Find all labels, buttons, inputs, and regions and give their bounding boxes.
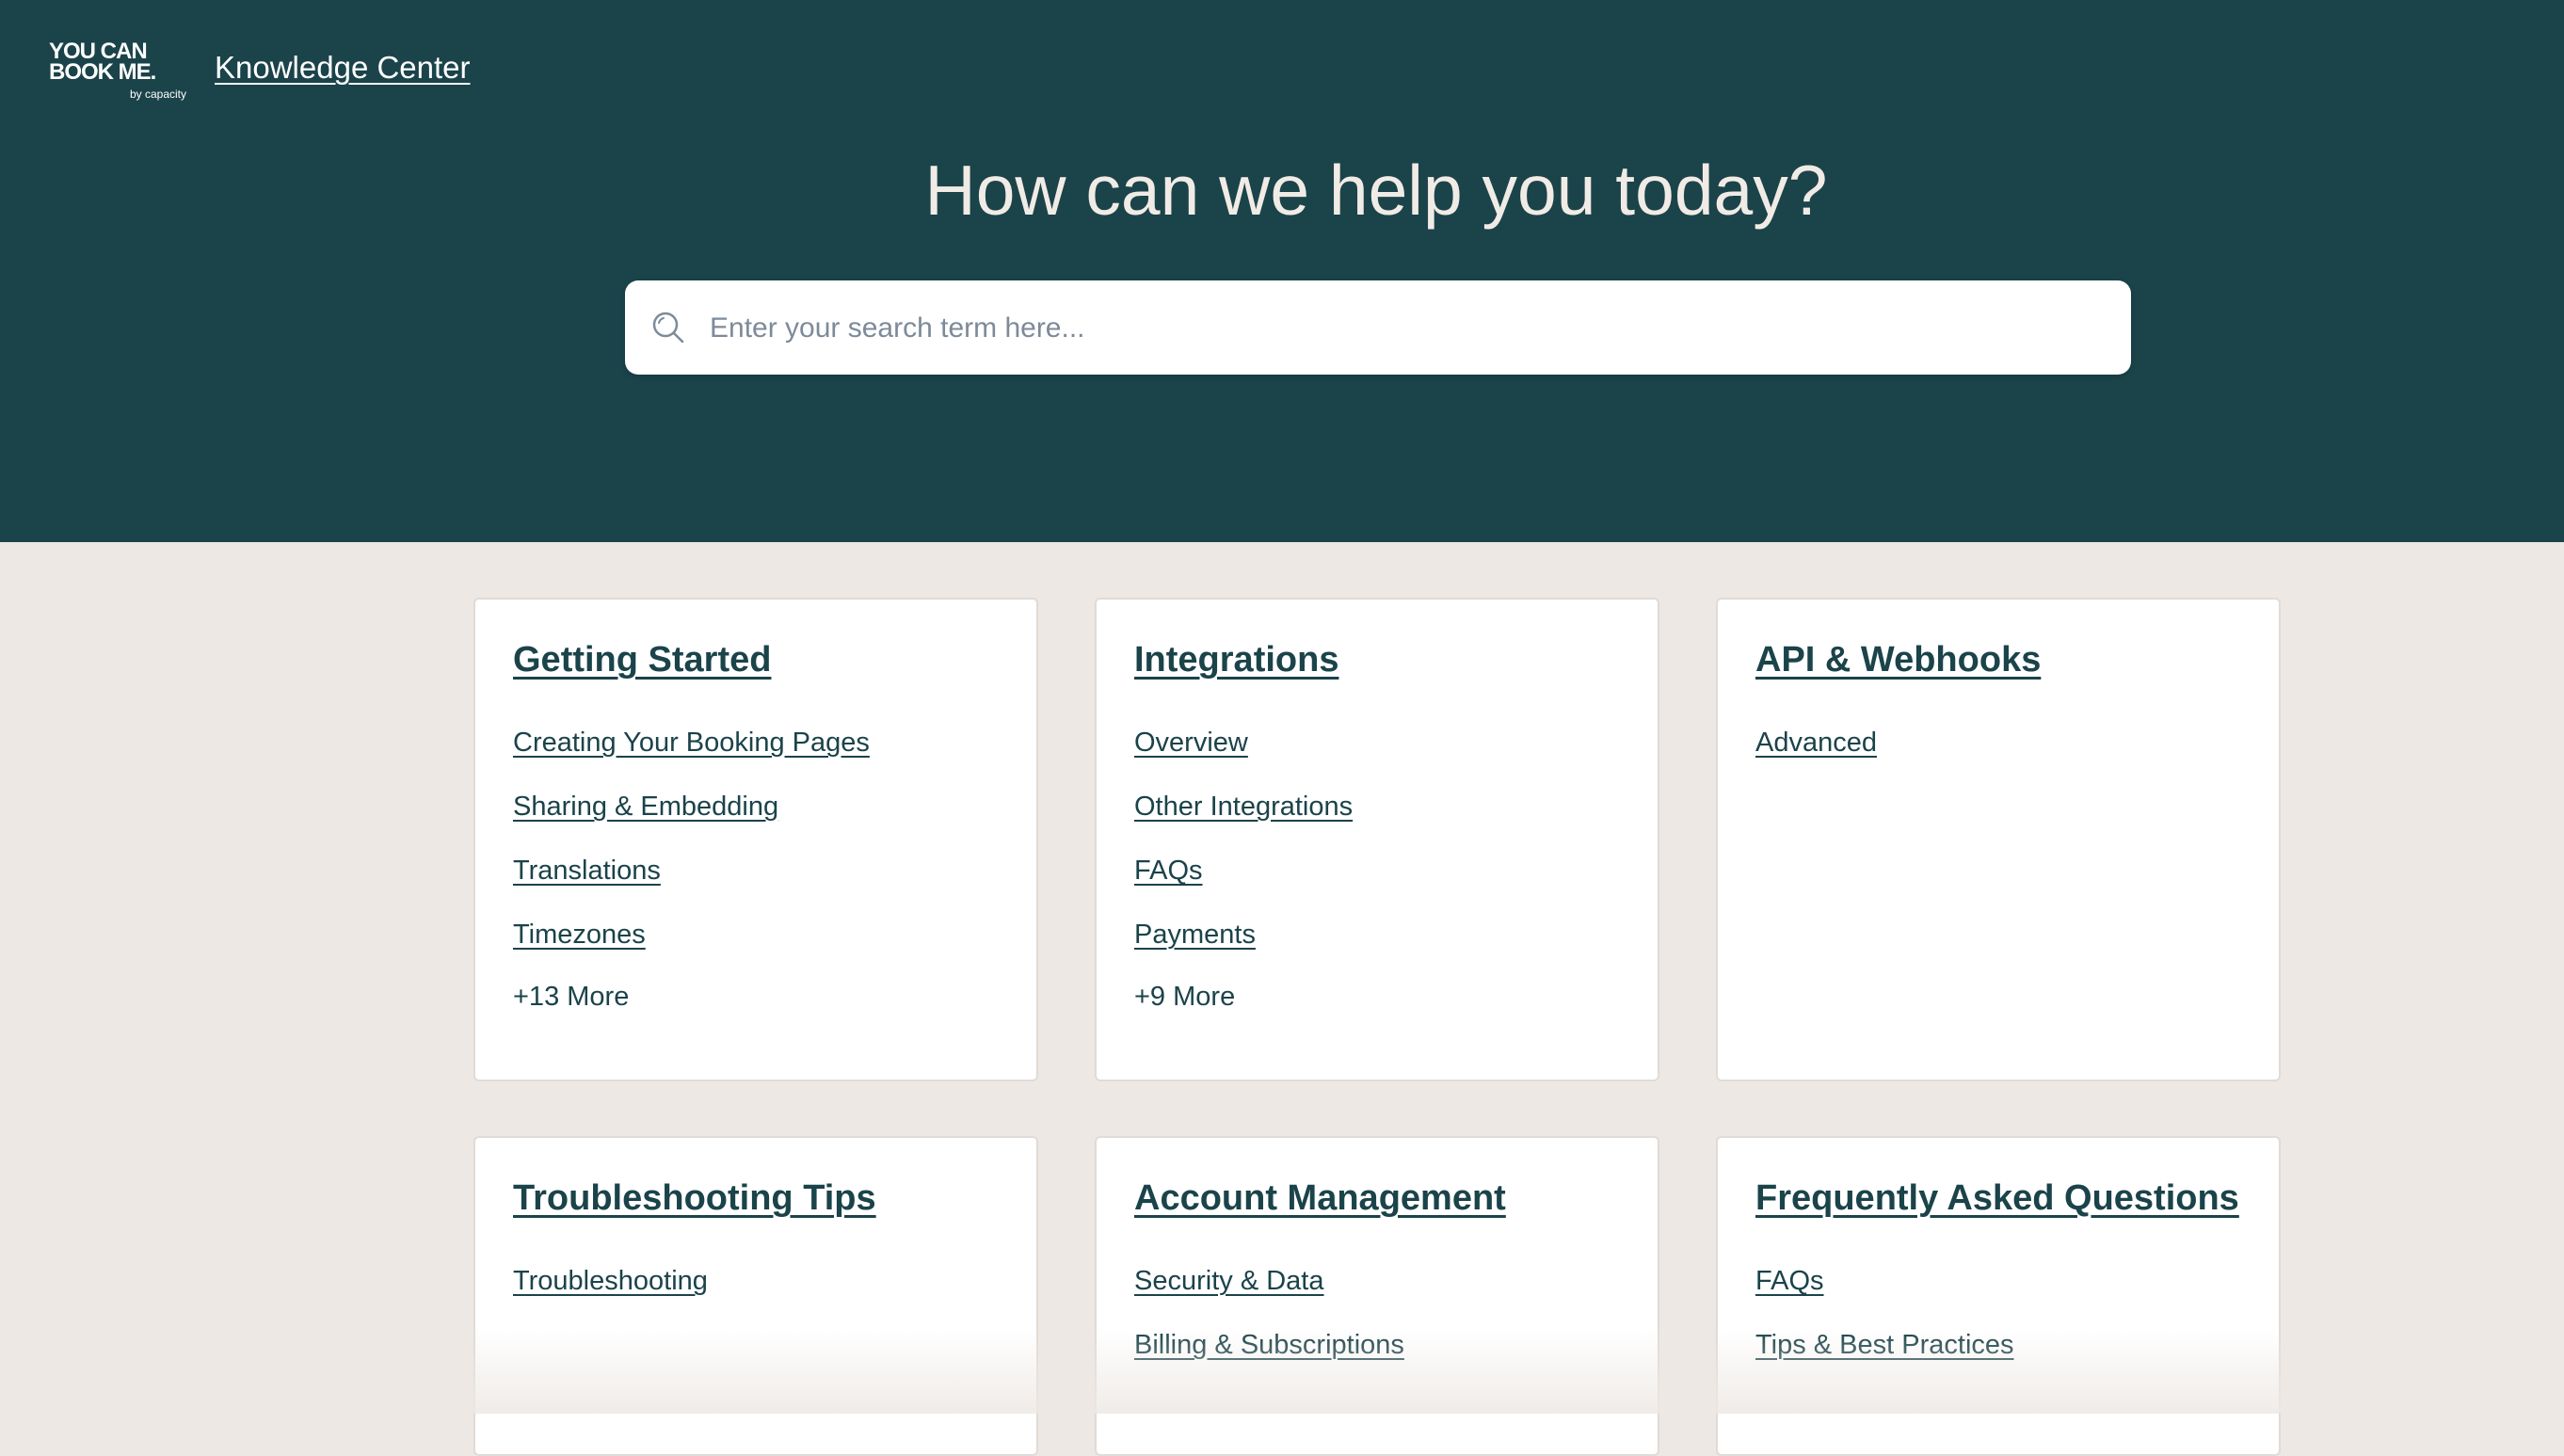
logo-line-2: BOOK ME. — [49, 59, 156, 85]
category-card-account-management: Account Management Security & Data Billi… — [1095, 1136, 1659, 1456]
article-link[interactable]: Overview — [1134, 728, 1248, 758]
category-link-list: Security & Data Billing & Subscriptions — [1134, 1264, 1404, 1392]
category-card-troubleshooting-tips: Troubleshooting Tips Troubleshooting — [473, 1136, 1038, 1456]
category-title-frequently-asked-questions[interactable]: Frequently Asked Questions — [1755, 1176, 2239, 1221]
article-link[interactable]: Billing & Subscriptions — [1134, 1330, 1404, 1360]
article-link[interactable]: Translations — [513, 856, 661, 886]
hero-title: How can we help you today? — [924, 151, 1828, 230]
article-link[interactable]: Other Integrations — [1134, 792, 1353, 822]
category-title-api-webhooks[interactable]: API & Webhooks — [1755, 637, 2041, 682]
article-link[interactable]: Payments — [1134, 920, 1256, 950]
youcanbookme-logo[interactable]: YOU CAN BOOK ME. by capacity — [49, 40, 188, 101]
knowledge-center-link[interactable]: Knowledge Center — [215, 49, 471, 87]
category-title-troubleshooting-tips[interactable]: Troubleshooting Tips — [513, 1176, 876, 1221]
category-link-list: FAQs Tips & Best Practices — [1755, 1264, 2014, 1392]
logo-subtitle: by capacity — [129, 88, 186, 101]
article-link[interactable]: Advanced — [1755, 728, 1877, 758]
category-card-getting-started: Getting Started Creating Your Booking Pa… — [473, 598, 1038, 1081]
search-box[interactable] — [625, 280, 2131, 375]
category-title-account-management[interactable]: Account Management — [1134, 1176, 1506, 1221]
article-link[interactable]: Security & Data — [1134, 1266, 1323, 1296]
article-link[interactable]: Timezones — [513, 920, 646, 950]
search-icon — [651, 311, 685, 344]
category-link-list: Troubleshooting — [513, 1264, 708, 1328]
article-link[interactable]: FAQs — [1134, 856, 1203, 886]
article-link[interactable]: FAQs — [1755, 1266, 1824, 1296]
category-card-frequently-asked-questions: Frequently Asked Questions FAQs Tips & B… — [1716, 1136, 2281, 1456]
category-title-getting-started[interactable]: Getting Started — [513, 637, 771, 682]
category-link-list: Advanced — [1755, 726, 1877, 790]
article-link[interactable]: Troubleshooting — [513, 1266, 708, 1296]
header: YOU CAN BOOK ME. by capacity Knowledge C… — [0, 0, 2564, 542]
category-card-api-webhooks: API & Webhooks Advanced — [1716, 598, 2281, 1081]
article-link[interactable]: Creating Your Booking Pages — [513, 728, 870, 758]
category-link-list: Overview Other Integrations FAQs Payment… — [1134, 726, 1353, 982]
category-link-list: Creating Your Booking Pages Sharing & Em… — [513, 726, 870, 982]
category-card-integrations: Integrations Overview Other Integrations… — [1095, 598, 1659, 1081]
article-link[interactable]: Sharing & Embedding — [513, 792, 778, 822]
article-link[interactable]: Tips & Best Practices — [1755, 1330, 2014, 1360]
more-articles-link[interactable]: +9 More — [1134, 980, 1235, 1014]
category-title-integrations[interactable]: Integrations — [1134, 637, 1338, 682]
search-input[interactable] — [708, 301, 2105, 356]
more-articles-link[interactable]: +13 More — [513, 980, 629, 1014]
